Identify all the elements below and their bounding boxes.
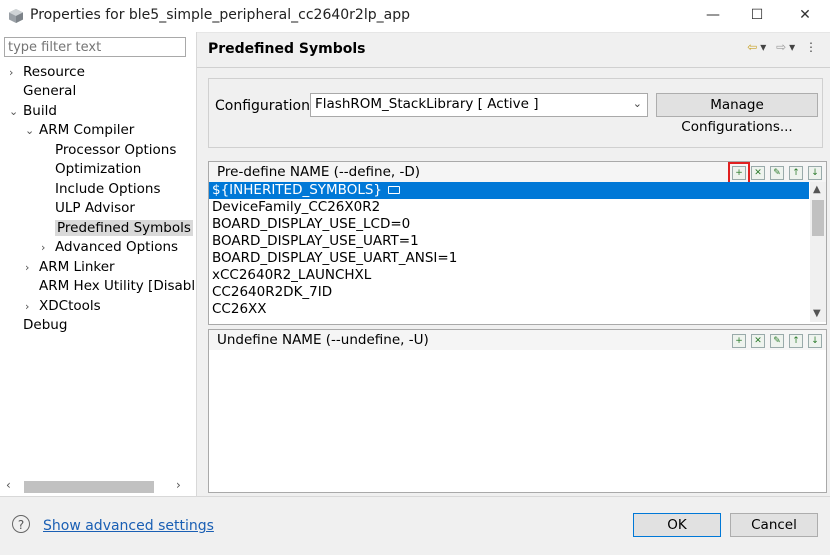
chevron-right-icon[interactable]: ›	[41, 238, 55, 257]
dialog-footer: ? Show advanced settings OK Cancel	[0, 496, 830, 555]
list-item[interactable]: xCC2640R2_LAUNCHXL	[209, 267, 809, 284]
forward-arrow-icon[interactable]: ⇨	[776, 40, 789, 54]
tree-item-include-options[interactable]: Include Options	[41, 180, 161, 199]
properties-page: Predefined Symbols ⇦▾ ⇨▾ ⋮ Configuration…	[197, 32, 830, 496]
predefine-title: Pre-define NAME (--define, -D)	[217, 164, 421, 180]
help-icon[interactable]: ?	[12, 515, 30, 533]
tree-item-ulp-advisor[interactable]: ULP Advisor	[41, 199, 135, 218]
configuration-label: Configuration:	[215, 98, 315, 114]
minimize-button[interactable]: —	[690, 0, 736, 32]
move-up-icon[interactable]: ↑	[789, 334, 803, 348]
configuration-value: FlashROM_StackLibrary [ Active ]	[315, 96, 539, 112]
ok-button[interactable]: OK	[633, 513, 721, 537]
tree-item-general[interactable]: General	[9, 82, 76, 101]
more-icon[interactable]	[388, 186, 401, 194]
tree-item-predefined-symbols[interactable]: Predefined Symbols	[41, 219, 193, 238]
chevron-down-icon[interactable]: ▾	[760, 40, 769, 54]
manage-configurations-button[interactable]: Manage Configurations...	[656, 93, 818, 135]
undefine-title: Undefine NAME (--undefine, -U)	[217, 332, 429, 348]
configuration-select[interactable]: FlashROM_StackLibrary [ Active ] ⌄	[310, 93, 648, 117]
title-bar: Properties for ble5_simple_peripheral_cc…	[0, 0, 830, 33]
back-arrow-icon[interactable]: ⇦	[747, 40, 760, 54]
tree-item-optimization[interactable]: Optimization	[41, 160, 141, 179]
predefine-panel-header: Pre-define NAME (--define, -D) + ✕ ✎ ↑ ↓	[209, 162, 826, 184]
properties-tree-pane: ›Resource General ⌄Build ⌄ARM Compiler P…	[0, 32, 197, 496]
edit-icon[interactable]: ✎	[770, 166, 784, 180]
undefine-toolbar: + ✕ ✎ ↑ ↓	[727, 332, 822, 348]
delete-icon[interactable]: ✕	[751, 334, 765, 348]
chevron-right-icon[interactable]: ›	[25, 258, 39, 277]
maximize-button[interactable]: ☐	[734, 0, 780, 32]
predefine-panel: Pre-define NAME (--define, -D) + ✕ ✎ ↑ ↓ ${I…	[208, 161, 827, 325]
scroll-thumb[interactable]	[812, 200, 824, 236]
tree-item-xdctools[interactable]: › XDCtools	[25, 297, 101, 316]
predefine-toolbar: + ✕ ✎ ↑ ↓	[727, 162, 822, 184]
list-item[interactable]: CC26XX	[209, 301, 809, 318]
tree-item-arm-hex-utility[interactable]: ARM Hex Utility [Disabl	[25, 277, 195, 296]
tree-item-processor-options[interactable]: Processor Options	[41, 141, 176, 160]
list-item[interactable]: BOARD_DISPLAY_USE_UART=1	[209, 233, 809, 250]
undefine-panel: Undefine NAME (--undefine, -U) + ✕ ✎ ↑ ↓	[208, 329, 827, 493]
move-up-icon[interactable]: ↑	[789, 166, 803, 180]
chevron-down-icon[interactable]: ⌄	[9, 102, 23, 121]
chevron-down-icon[interactable]: ▾	[789, 40, 798, 54]
page-title: Predefined Symbols	[208, 41, 366, 57]
app-cube-icon	[9, 9, 23, 23]
chevron-down-icon[interactable]: ⌄	[25, 121, 39, 140]
chevron-right-icon[interactable]: ›	[25, 297, 39, 316]
filter-input[interactable]	[4, 37, 186, 57]
edit-icon[interactable]: ✎	[770, 334, 784, 348]
tree-item-build[interactable]: ⌄ Build	[9, 102, 57, 121]
predefine-list[interactable]: ${INHERITED_SYMBOLS} DeviceFamily_CC26X0…	[209, 182, 809, 318]
tree-item-debug[interactable]: Debug	[9, 316, 67, 335]
scroll-down-icon[interactable]: ▼	[813, 308, 821, 319]
tree-item-advanced-options[interactable]: › Advanced Options	[41, 238, 178, 257]
tree-item-arm-linker[interactable]: › ARM Linker	[25, 258, 115, 277]
chevron-down-icon[interactable]: ⌄	[633, 97, 642, 110]
list-item[interactable]: DeviceFamily_CC26X0R2	[209, 199, 809, 216]
scroll-left-icon[interactable]: ‹	[6, 478, 11, 492]
tree-item-arm-compiler[interactable]: ⌄ ARM Compiler	[25, 121, 134, 140]
add-icon[interactable]: +	[728, 162, 750, 184]
tree-item-resource[interactable]: › Resource	[9, 63, 85, 82]
predefine-vertical-scrollbar[interactable]: ▲ ▼	[810, 182, 826, 322]
history-nav[interactable]: ⇦▾ ⇨▾ ⋮	[747, 40, 820, 54]
window-title: Properties for ble5_simple_peripheral_cc…	[30, 7, 410, 23]
scroll-right-icon[interactable]: ›	[176, 478, 181, 492]
move-down-icon[interactable]: ↓	[808, 166, 822, 180]
undefine-panel-header: Undefine NAME (--undefine, -U) + ✕ ✎ ↑ ↓	[209, 330, 826, 350]
move-down-icon[interactable]: ↓	[808, 334, 822, 348]
list-item[interactable]: BOARD_DISPLAY_USE_LCD=0	[209, 216, 809, 233]
delete-icon[interactable]: ✕	[751, 166, 765, 180]
chevron-right-icon[interactable]: ›	[9, 63, 23, 82]
list-item[interactable]: CC2640R2DK_7ID	[209, 284, 809, 301]
header-divider	[197, 67, 830, 68]
tree-horizontal-scrollbar[interactable]: ‹ ›	[2, 478, 190, 494]
list-item[interactable]: BOARD_DISPLAY_USE_UART_ANSI=1	[209, 250, 809, 267]
add-icon[interactable]: +	[732, 334, 746, 348]
show-advanced-settings-link[interactable]: Show advanced settings	[43, 518, 214, 534]
list-item[interactable]: ${INHERITED_SYMBOLS}	[209, 182, 809, 199]
close-button[interactable]: ✕	[782, 0, 828, 32]
cancel-button[interactable]: Cancel	[730, 513, 818, 537]
scroll-thumb[interactable]	[24, 481, 154, 493]
view-menu-icon[interactable]: ⋮	[805, 40, 820, 54]
scroll-up-icon[interactable]: ▲	[813, 184, 821, 195]
